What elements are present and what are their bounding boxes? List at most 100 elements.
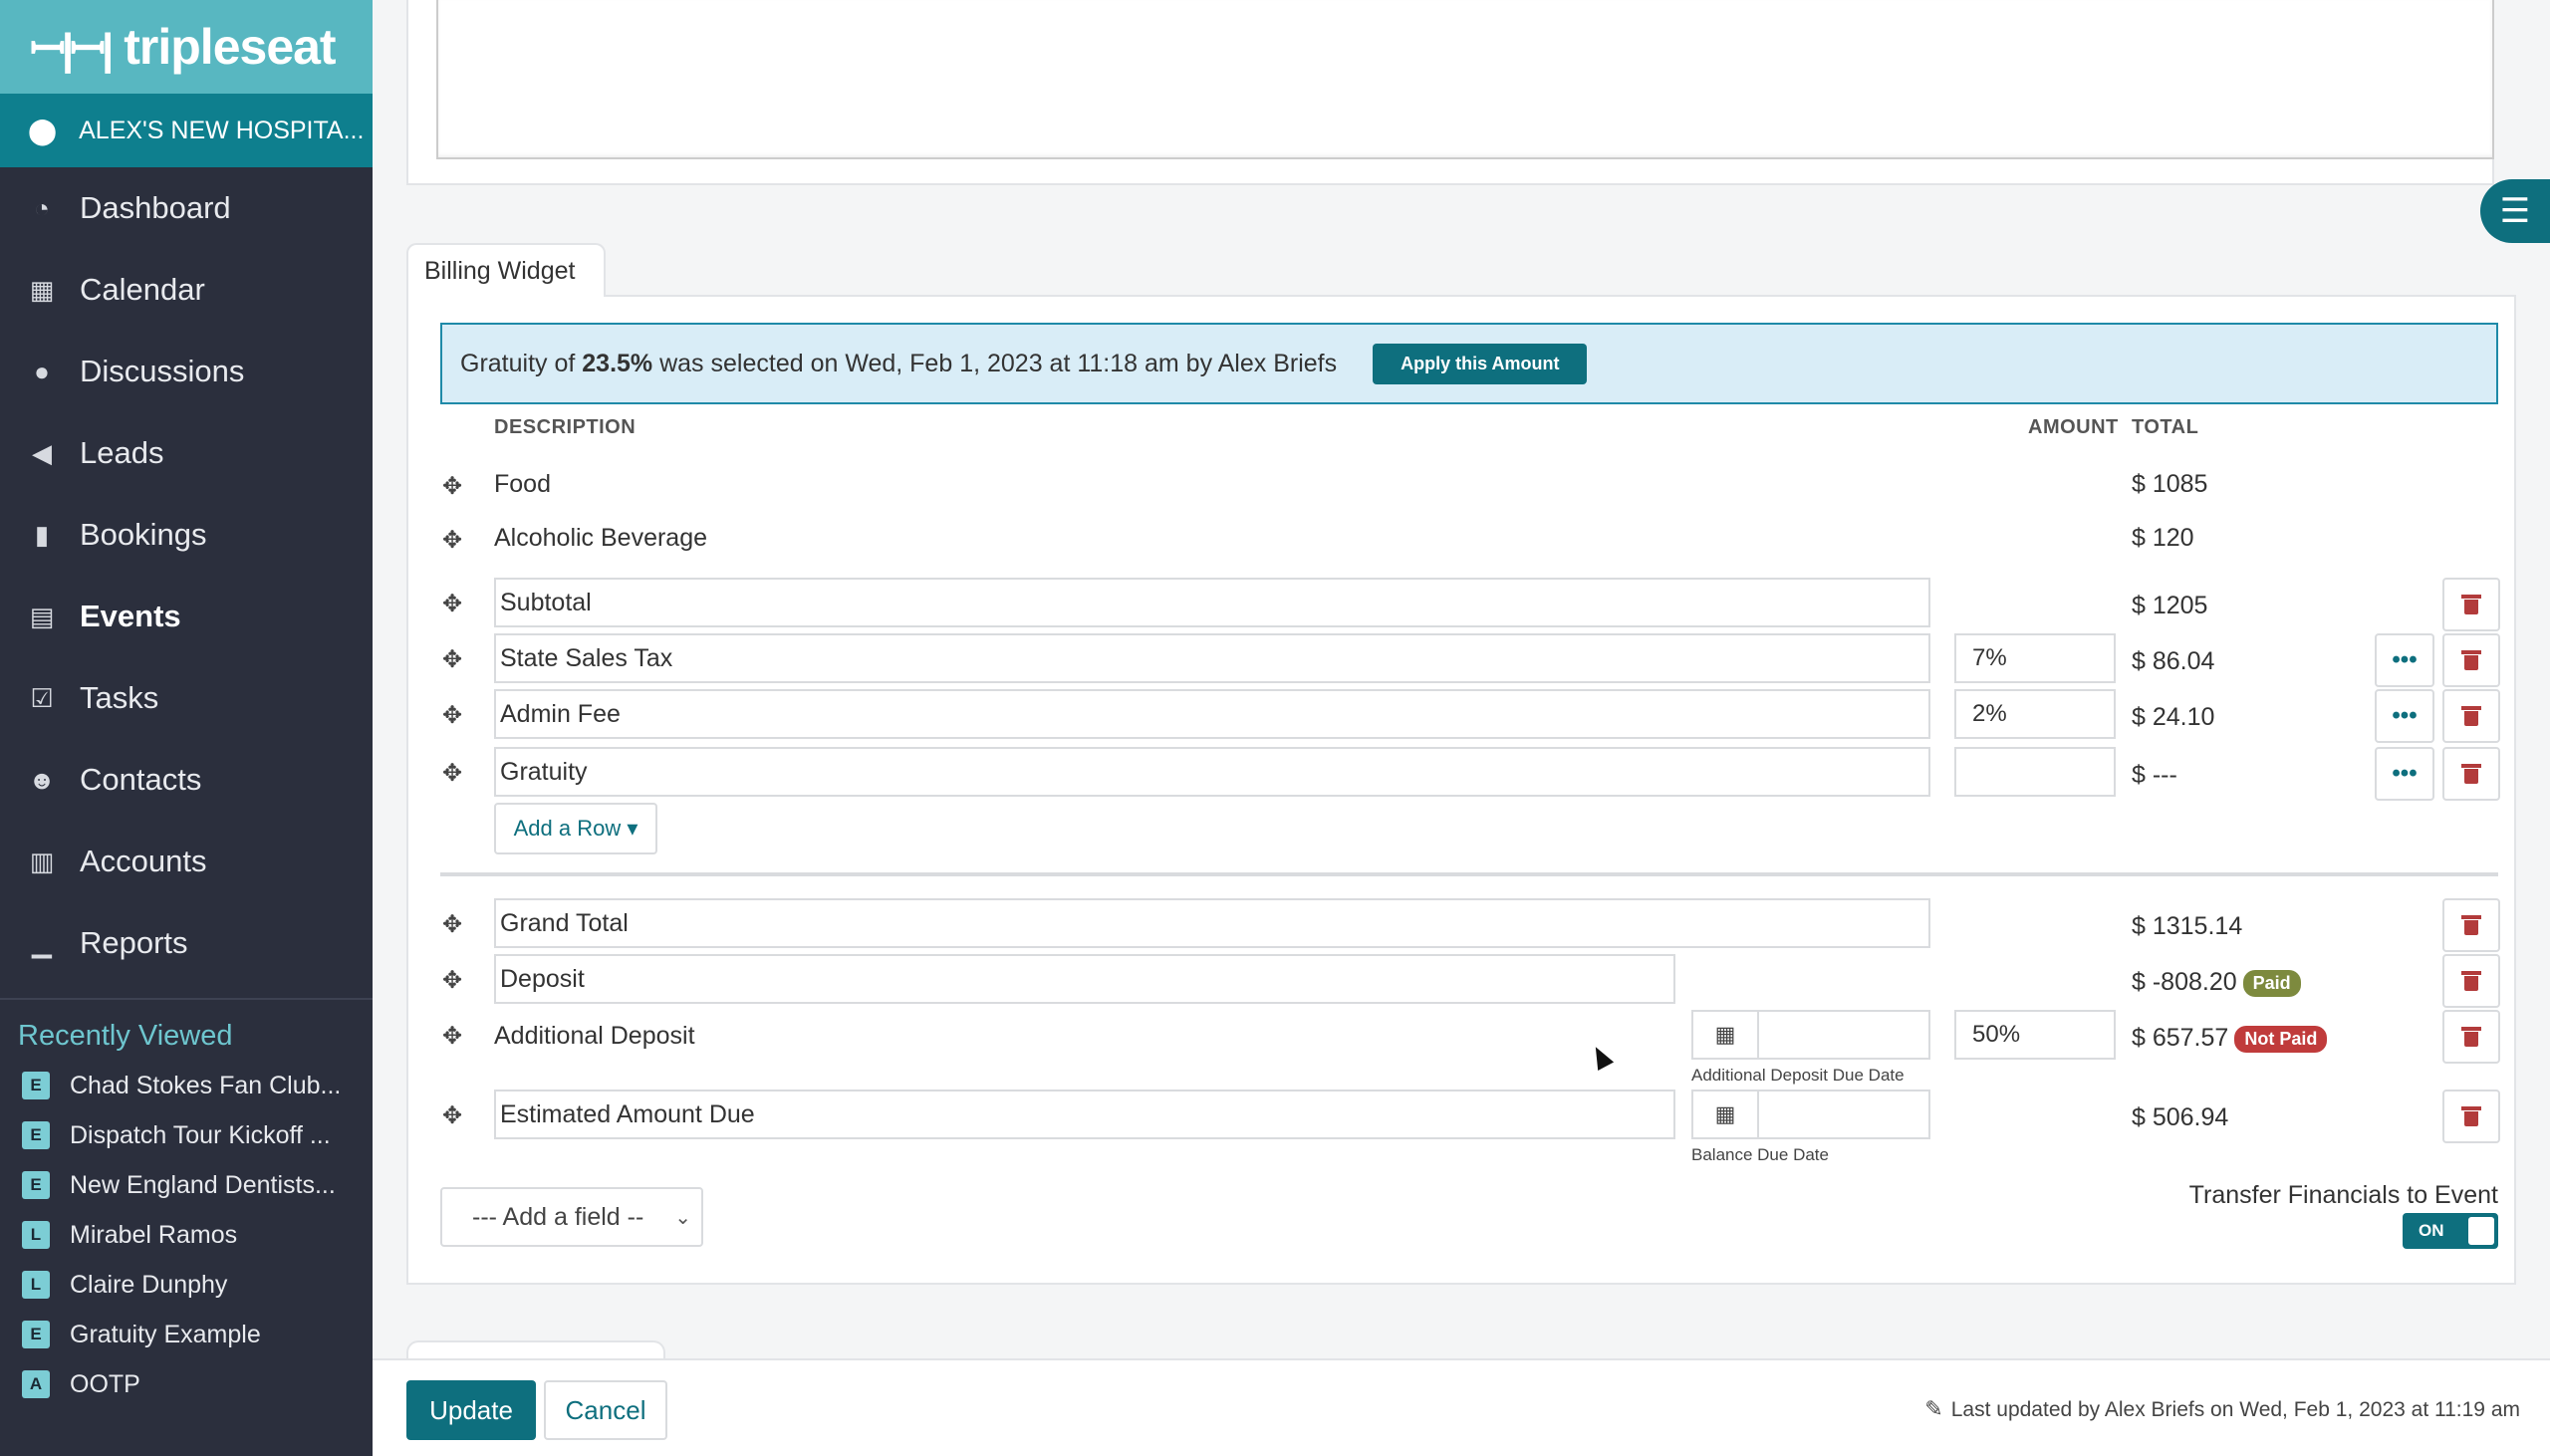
gratuity-description-input[interactable] — [494, 747, 1930, 797]
row-description: Food — [494, 470, 551, 498]
grand-total-description-input[interactable] — [494, 898, 1930, 948]
admin-fee-amount-input[interactable] — [1954, 689, 2116, 739]
delete-button[interactable] — [2442, 689, 2500, 743]
row-description: Additional Deposit — [494, 1022, 695, 1050]
sidebar-item-label: Calendar — [80, 272, 205, 307]
add-field-select[interactable]: --- Add a field -- ⌄ — [440, 1187, 703, 1247]
recent-item[interactable]: E Gratuity Example — [0, 1310, 373, 1359]
list-icon: ▤ — [29, 601, 55, 631]
delete-button[interactable] — [2442, 633, 2500, 687]
drag-handle-icon[interactable]: ✥ — [440, 590, 464, 618]
sidebar-item-accounts[interactable]: ▥ Accounts — [0, 821, 373, 902]
deposit-total-cell: $ -808.20 Paid — [2132, 968, 2301, 997]
more-options-icon[interactable]: ••• — [2375, 689, 2434, 743]
sidebar-item-reports[interactable]: ▁ Reports — [0, 902, 373, 984]
edit-icon: ✎ — [1924, 1396, 1943, 1421]
building-icon: ▥ — [29, 846, 55, 876]
recent-item[interactable]: E Dispatch Tour Kickoff ... — [0, 1110, 373, 1160]
row-description: Alcoholic Beverage — [494, 524, 708, 552]
recent-item-label: Mirabel Ramos — [70, 1220, 238, 1249]
record-type-badge: A — [22, 1370, 50, 1398]
drag-handle-icon[interactable]: ✥ — [440, 759, 464, 788]
calendar-icon: ▦ — [29, 274, 55, 305]
recent-item[interactable]: E New England Dentists... — [0, 1160, 373, 1210]
subtotal-description-input[interactable] — [494, 578, 1930, 627]
drag-handle-icon[interactable]: ✥ — [440, 1022, 464, 1051]
recent-item[interactable]: E Chad Stokes Fan Club... — [0, 1061, 373, 1110]
sidebar-item-dashboard[interactable]: ◔ Dashboard — [0, 167, 373, 249]
drag-handle-icon[interactable]: ✥ — [440, 1101, 464, 1130]
additional-deposit-due-date-picker[interactable]: ▦ — [1691, 1010, 1930, 1060]
admin-fee-description-input[interactable] — [494, 689, 1930, 739]
gratuity-amount-input[interactable] — [1954, 747, 2116, 797]
sidebar-item-tasks[interactable]: ☑ Tasks — [0, 657, 373, 739]
balance-due-date-picker[interactable]: ▦ — [1691, 1090, 1930, 1139]
calendar-icon[interactable]: ▦ — [1693, 1092, 1759, 1137]
sidebar-item-label: Tasks — [80, 680, 159, 715]
notes-textarea[interactable] — [436, 0, 2494, 159]
calendar-icon[interactable]: ▦ — [1693, 1012, 1759, 1058]
delete-button[interactable] — [2442, 747, 2500, 801]
tax-description-input[interactable] — [494, 633, 1930, 683]
divider — [440, 872, 2498, 876]
record-type-badge: L — [22, 1271, 50, 1299]
line-item-row: ✥ Alcoholic Beverage $ 120 — [440, 514, 2498, 566]
billing-widget-panel: Gratuity of 23.5% was selected on Wed, F… — [406, 295, 2516, 1285]
delete-button[interactable] — [2442, 954, 2500, 1008]
hamburger-menu-icon[interactable]: ☰ — [2480, 179, 2550, 243]
drag-handle-icon[interactable]: ✥ — [440, 701, 464, 730]
deposit-total: $ -808.20 — [2132, 968, 2237, 996]
drag-handle-icon[interactable]: ✥ — [440, 966, 464, 995]
trash-icon — [2461, 764, 2481, 784]
sidebar-item-label: Accounts — [80, 844, 207, 878]
date-label: Additional Deposit Due Date — [1691, 1066, 1905, 1085]
sidebar-item-contacts[interactable]: ☻ Contacts — [0, 739, 373, 821]
transfer-financials-toggle[interactable]: ON — [2403, 1213, 2498, 1249]
trash-icon — [2461, 595, 2481, 614]
tab-billing-widget[interactable]: Billing Widget — [406, 243, 606, 297]
estimated-amount-row: ✥ ▦ Balance Due Date $ 506.94 — [440, 1090, 2500, 1164]
delete-button[interactable] — [2442, 1010, 2500, 1064]
recent-item[interactable]: L Mirabel Ramos — [0, 1210, 373, 1260]
tripleseat-logo-icon: ꟷ|ꟷ| — [30, 25, 114, 74]
sidebar-item-events[interactable]: ▤ Events — [0, 576, 373, 657]
megaphone-icon: ◀ — [32, 437, 52, 468]
location-selector[interactable]: ⬤ ALEX'S NEW HOSPITA... — [0, 94, 373, 167]
additional-deposit-amount-input[interactable] — [1954, 1010, 2116, 1060]
sidebar-item-leads[interactable]: ◀ Leads — [0, 412, 373, 494]
apply-amount-button[interactable]: Apply this Amount — [1373, 343, 1588, 384]
more-options-icon[interactable]: ••• — [2375, 633, 2434, 687]
drag-handle-icon[interactable]: ✥ — [440, 645, 464, 674]
estimated-description-input[interactable] — [494, 1090, 1675, 1139]
recent-item[interactable]: A OOTP — [0, 1359, 373, 1409]
tax-row: ✥ $ 86.04 ••• — [440, 633, 2500, 687]
drag-handle-icon[interactable]: ✥ — [440, 472, 464, 501]
sidebar-item-calendar[interactable]: ▦ Calendar — [0, 249, 373, 331]
recent-item-label: Gratuity Example — [70, 1320, 261, 1348]
deposit-description-input[interactable] — [494, 954, 1675, 1004]
drag-handle-icon[interactable]: ✥ — [440, 526, 464, 555]
column-header-amount: AMOUNT — [2028, 416, 2119, 438]
recent-item-label: New England Dentists... — [70, 1170, 336, 1199]
trash-icon — [2461, 650, 2481, 670]
recent-item[interactable]: L Claire Dunphy — [0, 1260, 373, 1310]
column-header-description: DESCRIPTION — [494, 416, 637, 438]
recent-item-label: OOTP — [70, 1369, 140, 1398]
banner-prefix: Gratuity of — [460, 349, 583, 377]
delete-button[interactable] — [2442, 578, 2500, 631]
drag-handle-icon[interactable]: ✥ — [440, 910, 464, 939]
update-button[interactable]: Update — [406, 1380, 536, 1440]
add-field-label: --- Add a field -- — [472, 1202, 644, 1231]
more-options-icon[interactable]: ••• — [2375, 747, 2434, 801]
gratuity-banner: Gratuity of 23.5% was selected on Wed, F… — [440, 323, 2498, 404]
delete-button[interactable] — [2442, 1090, 2500, 1143]
cancel-button[interactable]: Cancel — [544, 1380, 667, 1440]
column-header-total: TOTAL — [2132, 416, 2199, 438]
sidebar-item-bookings[interactable]: ▮ Bookings — [0, 494, 373, 576]
delete-button[interactable] — [2442, 898, 2500, 952]
logo[interactable]: ꟷ|ꟷ| tripleseat — [0, 0, 373, 94]
sidebar-item-discussions[interactable]: ● Discussions — [0, 331, 373, 412]
sidebar-item-label: Leads — [80, 435, 164, 470]
tax-amount-input[interactable] — [1954, 633, 2116, 683]
add-row-dropdown[interactable]: Add a Row ▾ — [494, 803, 657, 854]
